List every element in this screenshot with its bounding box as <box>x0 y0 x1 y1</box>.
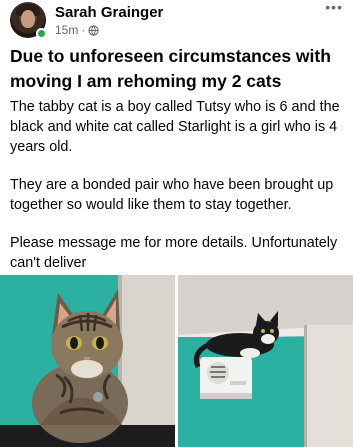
tabby-cat-photo[interactable] <box>0 275 175 447</box>
post-title: Due to unforeseen circumstances with mov… <box>10 46 331 91</box>
post-paragraph: The tabby cat is a boy called Tutsy who … <box>10 99 340 155</box>
more-options-icon[interactable]: ••• <box>325 0 343 14</box>
post-meta: 15m · <box>55 23 99 37</box>
author-name[interactable]: Sarah Grainger <box>55 4 163 21</box>
tabby-cat-illustration <box>0 275 175 447</box>
meta-separator: · <box>81 23 86 37</box>
globe-icon[interactable] <box>88 24 99 36</box>
post-paragraph: They are a bonded pair who have been bro… <box>10 177 334 213</box>
black-white-cat-photo[interactable] <box>178 275 353 447</box>
post-time[interactable]: 15m <box>55 23 78 37</box>
post-paragraph: Please message me for more details. Unfo… <box>10 235 338 271</box>
online-status-dot <box>36 28 47 39</box>
post-header: Sarah Grainger 15m · ••• <box>0 0 353 44</box>
black-white-cat-illustration <box>178 275 353 447</box>
avatar-face <box>21 10 35 28</box>
